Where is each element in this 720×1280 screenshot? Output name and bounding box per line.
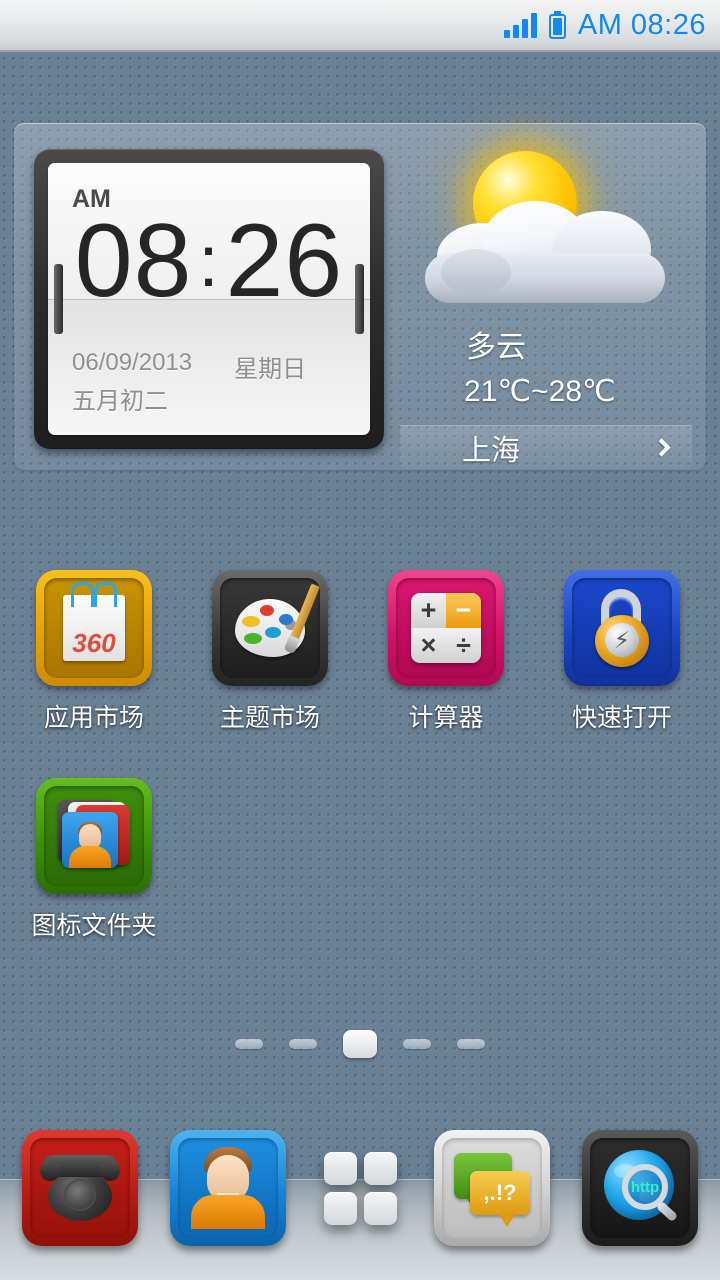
card-stack-icon bbox=[56, 800, 132, 872]
page-dot-2[interactable] bbox=[289, 1039, 317, 1049]
app-market-icon[interactable]: 360 bbox=[36, 570, 152, 686]
app-icon-theme-market[interactable]: 主题市场 bbox=[182, 570, 358, 734]
app-label: 快速打开 bbox=[571, 704, 672, 732]
dock-item-app-drawer[interactable] bbox=[318, 1130, 402, 1246]
app-icon-calculator[interactable]: + − × ÷ 计算器 bbox=[358, 570, 534, 734]
chevron-right-icon bbox=[652, 438, 671, 457]
battery-full-icon bbox=[548, 11, 566, 39]
app-row: 360 应用市场 主题市场 + − × ÷ 计算器 ⚡ 快速打开 bbox=[0, 570, 720, 734]
calc-key-divide: ÷ bbox=[446, 628, 481, 663]
app-icon-icon-folder[interactable]: 图标文件夹 bbox=[6, 778, 182, 942]
weather-widget[interactable]: 多云 21℃~28℃ 上海 bbox=[400, 137, 692, 469]
page-dot-1[interactable] bbox=[235, 1039, 263, 1049]
clock-hinge-left-icon bbox=[54, 264, 63, 334]
clock-date: 06/09/2013 bbox=[72, 349, 193, 376]
clock-hours: 08 bbox=[74, 203, 193, 319]
dock-item-contacts[interactable] bbox=[170, 1130, 286, 1246]
padlock-icon: ⚡ bbox=[591, 589, 653, 667]
weather-condition: 多云 bbox=[466, 331, 526, 364]
paintbrush-icon bbox=[289, 583, 320, 643]
flip-clock-widget[interactable]: AM 08:26 06/09/2013 星期日 五月初二 bbox=[34, 149, 384, 449]
weather-city-row[interactable]: 上海 bbox=[400, 425, 692, 469]
speech-bubbles-icon: ,.!? bbox=[454, 1153, 530, 1227]
calc-key-minus: − bbox=[446, 593, 481, 628]
clock-lunar-date: 五月初二 bbox=[72, 388, 168, 415]
signal-bars-icon bbox=[503, 12, 537, 38]
lightning-bolt-icon: ⚡ bbox=[605, 623, 639, 657]
theme-market-palette-icon[interactable] bbox=[212, 570, 328, 686]
status-bar-clock: AM 08:26 bbox=[577, 8, 706, 41]
shopping-bag-icon: 360 bbox=[63, 582, 125, 661]
page-dot-4[interactable] bbox=[403, 1039, 431, 1049]
app-label: 应用市场 bbox=[43, 704, 144, 732]
clock-time: 08:26 bbox=[48, 209, 370, 314]
app-market-badge: 360 bbox=[72, 628, 116, 658]
app-drawer-grid-icon bbox=[323, 1151, 397, 1225]
dock-items: ,.!? http bbox=[0, 1130, 720, 1246]
quick-open-padlock-icon[interactable]: ⚡ bbox=[564, 570, 680, 686]
dock-item-messaging[interactable]: ,.!? bbox=[434, 1130, 550, 1246]
calc-key-plus: + bbox=[411, 593, 446, 628]
app-row: 图标文件夹 bbox=[0, 778, 720, 942]
palette-icon bbox=[235, 583, 320, 657]
dock-item-browser[interactable]: http bbox=[582, 1130, 698, 1246]
app-label: 图标文件夹 bbox=[31, 912, 157, 940]
clock-face: AM 08:26 06/09/2013 星期日 五月初二 bbox=[48, 163, 370, 435]
clock-separator: : bbox=[198, 222, 220, 302]
dock-item-phone[interactable] bbox=[22, 1130, 138, 1246]
icon-folder-icon[interactable] bbox=[36, 778, 152, 894]
page-dot-5[interactable] bbox=[457, 1039, 485, 1049]
clock-hinge-right-icon bbox=[355, 264, 364, 334]
page-indicator bbox=[0, 1030, 720, 1058]
dock: ,.!? http bbox=[0, 1128, 720, 1280]
app-icon-quick-open[interactable]: ⚡ 快速打开 bbox=[534, 570, 710, 734]
bubble-text: ,.!? bbox=[470, 1171, 530, 1227]
sun-behind-cloud-icon bbox=[421, 149, 671, 314]
clock-minutes: 26 bbox=[225, 203, 344, 319]
app-label: 主题市场 bbox=[219, 704, 320, 732]
clock-weekday: 星期日 bbox=[234, 356, 307, 383]
calc-key-times: × bbox=[411, 628, 446, 663]
rotary-phone-icon bbox=[40, 1155, 120, 1221]
app-grid: 360 应用市场 主题市场 + − × ÷ 计算器 ⚡ 快速打开 图标文件夹 bbox=[0, 570, 720, 942]
calculator-keypad-icon: + − × ÷ bbox=[411, 593, 481, 663]
clock-date-row: 06/09/2013 星期日 bbox=[72, 349, 306, 384]
page-dot-3-active[interactable] bbox=[343, 1030, 377, 1058]
weather-temperature: 21℃~28℃ bbox=[464, 375, 616, 408]
globe-magnifier-icon: http bbox=[600, 1148, 680, 1228]
status-bar[interactable]: AM 08:26 bbox=[0, 0, 720, 52]
contact-person-icon bbox=[191, 1147, 265, 1229]
contact-avatar-icon bbox=[62, 822, 118, 868]
widget-panel[interactable]: AM 08:26 06/09/2013 星期日 五月初二 多云 21℃~28℃ … bbox=[14, 123, 706, 470]
weather-city: 上海 bbox=[462, 434, 521, 467]
calculator-icon[interactable]: + − × ÷ bbox=[388, 570, 504, 686]
app-label: 计算器 bbox=[408, 704, 484, 732]
app-icon-app-market[interactable]: 360 应用市场 bbox=[6, 570, 182, 734]
globe-protocol-text: http bbox=[630, 1178, 660, 1196]
